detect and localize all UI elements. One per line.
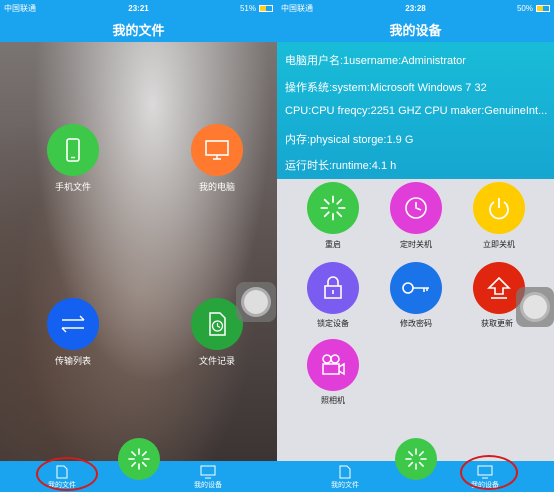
info-username: 电脑用户名:1username:Administrator: [285, 55, 466, 67]
device-info-panel: 电脑用户名:1username:Administrator 操作系统:syste…: [277, 42, 554, 179]
file-clock-icon: [209, 312, 226, 336]
loading-burst-icon: [405, 448, 427, 470]
restart-button[interactable]: [307, 182, 359, 234]
my-files-screen: 中国联通 23:21 51% 我的文件 手机文件 我的电脑 传输列表 文件记录 …: [0, 0, 277, 492]
info-os: 操作系统:system:Microsoft Windows 7 32: [285, 82, 487, 94]
my-computer-button[interactable]: [191, 124, 243, 176]
change-password-button[interactable]: [390, 262, 442, 314]
tab-label: 我的文件: [331, 482, 359, 489]
info-runtime: 运行时长:runtime:4.1 h: [285, 160, 397, 172]
info-cpu: CPU:CPU freqcy:2251 GHZ CPU maker:Genuin…: [285, 105, 548, 117]
tab-label: 我的设备: [194, 482, 222, 489]
battery-icon: [259, 4, 273, 12]
lock-icon: [324, 276, 342, 299]
shutdown-now-label: 立即关机: [483, 240, 515, 249]
status-time: 23:21: [128, 3, 149, 13]
page-title: 我的设备: [277, 16, 554, 42]
lock-device-label: 锁定设备: [317, 319, 349, 328]
file-icon: [339, 465, 351, 479]
camera-button[interactable]: [307, 339, 359, 391]
phone-icon: [66, 138, 80, 162]
refresh-fab-button[interactable]: [395, 438, 437, 480]
transfer-list-label: 传输列表: [54, 356, 91, 366]
clock-icon: [405, 197, 427, 219]
camera-label: 照相机: [321, 396, 345, 405]
tab-my-files[interactable]: 我的文件: [315, 465, 375, 490]
video-camera-icon: [322, 354, 345, 376]
blurred-background: [0, 42, 277, 461]
file-records-label: 文件记录: [198, 356, 235, 366]
restart-label: 重启: [325, 240, 341, 249]
refresh-fab-button[interactable]: [118, 438, 160, 480]
page-title: 我的文件: [0, 16, 277, 42]
restart-burst-icon: [320, 195, 346, 221]
status-time: 23:28: [405, 3, 426, 13]
transfer-list-button[interactable]: [47, 298, 99, 350]
phone-files-label: 手机文件: [54, 182, 91, 192]
assistive-touch-button[interactable]: [516, 287, 554, 327]
scheduled-shutdown-button[interactable]: [390, 182, 442, 234]
monitor-icon: [200, 465, 216, 479]
lock-device-button[interactable]: [307, 262, 359, 314]
highlight-ring: [36, 457, 98, 491]
change-password-label: 修改密码: [400, 319, 432, 328]
info-memory: 内存:physical storge:1.9 G: [285, 134, 414, 146]
tab-my-devices[interactable]: 我的设备: [178, 465, 238, 490]
scheduled-shutdown-label: 定时关机: [400, 240, 432, 249]
assistive-touch-button[interactable]: [236, 282, 276, 322]
phone-files-button[interactable]: [47, 124, 99, 176]
key-icon: [402, 282, 429, 294]
my-devices-screen: 中国联通 23:28 50% 我的设备 电脑用户名:1username:Admi…: [277, 0, 554, 492]
status-bar: 中国联通 23:21 51%: [0, 0, 277, 16]
highlight-ring: [460, 455, 518, 490]
shutdown-now-button[interactable]: [473, 182, 525, 234]
monitor-icon: [205, 140, 229, 160]
transfer-arrows-icon: [61, 315, 85, 333]
battery-icon: [536, 4, 550, 12]
power-icon: [489, 198, 509, 220]
status-bar: 中国联通 23:28 50%: [277, 0, 554, 16]
my-computer-label: 我的电脑: [198, 182, 235, 192]
loading-burst-icon: [128, 448, 150, 470]
upload-arrow-icon: [487, 276, 511, 299]
